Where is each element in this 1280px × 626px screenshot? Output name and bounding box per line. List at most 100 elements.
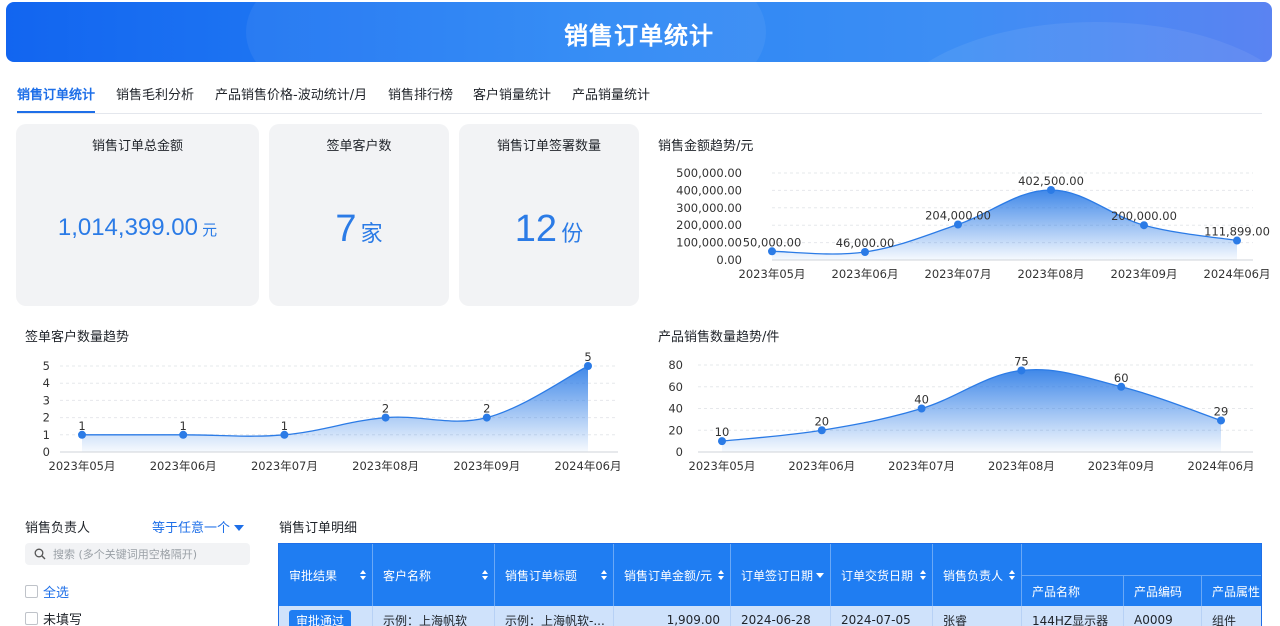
tab-sales-order-stats[interactable]: 销售订单统计: [17, 84, 95, 103]
x-tick-label: 2024年06月: [1188, 459, 1255, 473]
tab-gross-margin[interactable]: 销售毛利分析: [116, 84, 194, 103]
data-label: 75: [1014, 354, 1029, 368]
search-icon: [34, 548, 46, 560]
column-header-owner[interactable]: 销售负责人: [933, 544, 1022, 606]
kpi-unit: 元: [202, 221, 218, 239]
kpi-card-total-amount: 销售订单总金额 1,014,399.00 元: [16, 124, 259, 306]
table-row[interactable]: 审批通过 示例：上海帆软 示例：上海帆软-... 1,909.00 2024-0…: [279, 606, 1261, 626]
data-label: 1: [281, 419, 288, 433]
caret-down-icon: [234, 525, 245, 531]
sort-icon[interactable]: [1009, 570, 1015, 580]
kpi-value: 7 家: [269, 208, 449, 251]
checkbox-select-all[interactable]: 全选: [25, 582, 69, 601]
column-header-label: 审批结果: [289, 568, 338, 583]
y-tick-label: 0.00: [716, 253, 742, 267]
x-tick-label: 2023年09月: [1088, 459, 1155, 473]
y-tick-label: 3: [43, 393, 50, 407]
checkbox-box[interactable]: [25, 612, 38, 625]
sort-icon[interactable]: [601, 570, 607, 580]
x-tick-label: 2023年05月: [689, 459, 756, 473]
column-header-order-title[interactable]: 销售订单标题: [495, 544, 614, 606]
data-label: 10: [715, 425, 730, 439]
data-label: 111,899.00: [1204, 225, 1270, 239]
column-header-label: 订单交货日期: [841, 568, 914, 583]
y-tick-label: 500,000.00: [676, 166, 742, 180]
data-label: 60: [1114, 371, 1129, 385]
data-label: 29: [1214, 404, 1229, 418]
y-tick-label: 4: [43, 376, 50, 390]
x-tick-label: 2023年09月: [1111, 267, 1178, 281]
checkbox-unfilled[interactable]: 未填写: [25, 609, 82, 626]
column-header-delivery-date[interactable]: 订单交货日期: [831, 544, 933, 606]
chart-title-sales-amount: 销售金额趋势/元: [658, 139, 754, 154]
kpi-value: 12 份: [459, 208, 639, 251]
tab-sales-ranking[interactable]: 销售排行榜: [388, 84, 453, 103]
cell-amount: 1,909.00: [614, 606, 731, 626]
column-header-product-attr[interactable]: 产品属性: [1202, 575, 1261, 606]
customer-count-trend-chart: 0 1 2 3 4 5 1 2023年05月 1 2023年06月 1 2023年07月 2 2023年0…: [43, 350, 622, 473]
column-header-label: 产品属性: [1212, 584, 1261, 599]
column-header-approval[interactable]: 审批结果: [279, 544, 373, 606]
filter-search-box: [25, 543, 250, 565]
sort-icon[interactable]: [920, 570, 926, 580]
cell-product-attr: 组件: [1202, 606, 1261, 626]
y-tick-label: 40: [668, 402, 683, 416]
data-label: 2: [483, 402, 490, 416]
series-area: [722, 369, 1221, 452]
checkbox-box[interactable]: [25, 585, 38, 598]
column-header-label: 产品编码: [1134, 584, 1183, 599]
approval-status-badge[interactable]: 审批通过: [289, 609, 352, 626]
sort-icon[interactable]: [718, 570, 724, 580]
cell-sign-date: 2024-06-28: [731, 606, 831, 626]
data-label: 1: [78, 419, 85, 433]
tab-customer-sales[interactable]: 客户销量统计: [473, 84, 551, 103]
column-group-header: [1022, 544, 1261, 575]
product-quantity-trend-chart: 0 20 40 60 80 10 2023年05月 20 2023年06月 40 2023年07月 7…: [668, 354, 1255, 473]
y-tick-label: 2: [43, 411, 50, 425]
chart-title-customer-count: 签单客户数量趋势: [25, 330, 130, 345]
column-header-label: 订单签订日期: [741, 568, 814, 583]
kpi-number: 1,014,399.00: [57, 214, 198, 241]
x-tick-label: 2023年05月: [739, 267, 806, 281]
page-header: 销售订单统计: [6, 2, 1272, 62]
x-tick-label: 2024年06月: [1204, 267, 1271, 281]
x-tick-label: 2023年07月: [251, 459, 318, 473]
filter-operator-dropdown[interactable]: 等于任意一个: [152, 517, 245, 536]
x-tick-label: 2023年08月: [988, 459, 1055, 473]
y-tick-label: 400,000.00: [676, 183, 742, 197]
data-label: 50,000.00: [743, 235, 802, 249]
y-tick-label: 5: [43, 359, 50, 373]
column-header-amount[interactable]: 销售订单金额/元: [614, 544, 731, 606]
column-header-label: 销售订单金额/元: [624, 568, 713, 583]
cell-customer: 示例：上海帆软: [373, 606, 495, 626]
tab-bar: 销售订单统计 销售毛利分析 产品销售价格-波动统计/月 销售排行榜 客户销量统计…: [17, 74, 1262, 114]
x-tick-label: 2024年06月: [555, 459, 622, 473]
checkbox-label: 全选: [43, 586, 70, 601]
filter-operator-label: 等于任意一个: [152, 521, 231, 536]
column-header-sign-date[interactable]: 订单签订日期: [731, 544, 831, 606]
data-label: 40: [914, 393, 929, 407]
chart-title-product-quantity: 产品销售数量趋势/件: [658, 330, 780, 345]
tab-price-fluctuation[interactable]: 产品销售价格-波动统计/月: [215, 84, 367, 103]
kpi-number: 7: [335, 208, 357, 250]
kpi-card-customer-count: 签单客户数 7 家: [269, 124, 449, 306]
data-label: 200,000.00: [1111, 209, 1177, 223]
tab-product-sales[interactable]: 产品销量统计: [572, 84, 650, 103]
kpi-title: 销售订单总金额: [91, 139, 183, 154]
column-header-product-code[interactable]: 产品编码: [1124, 575, 1202, 606]
x-tick-label: 2023年06月: [150, 459, 217, 473]
kpi-unit: 家: [360, 222, 383, 247]
filter-search-input[interactable]: [53, 545, 243, 563]
column-header-product-name[interactable]: 产品名称: [1022, 575, 1124, 606]
column-header-label: 客户名称: [383, 568, 432, 583]
cell-approval: 审批通过: [279, 606, 373, 626]
sales-order-detail-table: 审批结果 客户名称 销售订单标题 销售订单金额/元 订单签订日期 订单交货日期 …: [278, 543, 1262, 626]
data-label: 5: [584, 350, 591, 364]
x-tick-label: 2023年08月: [352, 459, 419, 473]
column-header-customer[interactable]: 客户名称: [373, 544, 495, 606]
sort-icon[interactable]: [482, 570, 488, 580]
sort-icon[interactable]: [360, 570, 366, 580]
sort-desc-icon[interactable]: [816, 573, 824, 578]
y-tick-label: 0: [43, 445, 50, 459]
column-header-label: 产品名称: [1032, 584, 1081, 599]
